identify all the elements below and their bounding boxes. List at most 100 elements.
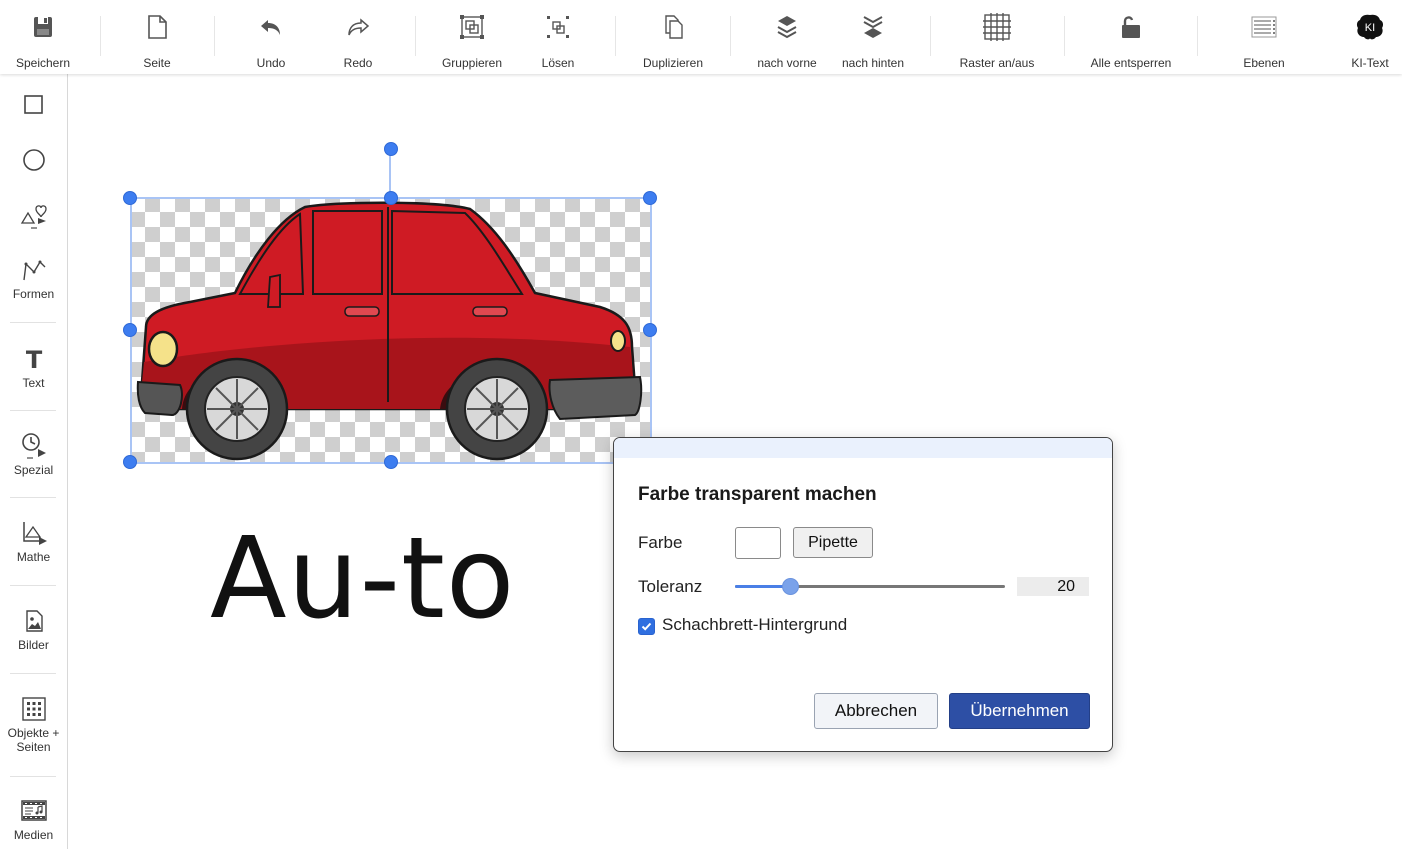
checkerboard-label: Schachbrett-Hintergrund	[662, 615, 848, 634]
sidebar-label-text: Text	[22, 376, 45, 390]
shapes-more-icon	[17, 198, 51, 232]
sidebar-label-formen: Formen	[12, 287, 55, 301]
grid-toggle-label: Raster an/aus	[959, 56, 1035, 70]
redo-label: Redo	[343, 56, 373, 70]
ungroup-button[interactable]: Lösen	[513, 0, 603, 74]
sidebar-divider	[10, 497, 56, 498]
svg-text:T: T	[25, 346, 42, 373]
circle-icon	[17, 143, 51, 177]
floppy-icon	[26, 10, 60, 44]
duplicate-button[interactable]: Duplizieren	[628, 0, 718, 74]
car-image[interactable]	[130, 197, 650, 462]
page-button[interactable]: Seite	[112, 0, 202, 74]
sidebar-item-formen[interactable]: Formen	[0, 253, 67, 301]
sidebar-item-shapes-more[interactable]	[0, 198, 67, 232]
sidebar-divider	[10, 776, 56, 777]
sidebar-item-spezial[interactable]: Spezial	[0, 429, 67, 477]
resize-handle-bottom[interactable]	[384, 455, 398, 469]
math-icon	[17, 516, 51, 550]
toolbar-divider	[930, 16, 931, 56]
duplicate-icon	[656, 10, 690, 44]
toolbar-divider	[1064, 16, 1065, 56]
resize-handle-left[interactable]	[123, 323, 137, 337]
resize-handle-bottom-left[interactable]	[123, 455, 137, 469]
sidebar-label-objekte-seiten: Objekte + Seiten	[7, 726, 60, 754]
undo-label: Undo	[256, 56, 286, 70]
resize-handle-top-right[interactable]	[643, 191, 657, 205]
sidebar-label-spezial: Spezial	[13, 463, 54, 477]
group-button[interactable]: Gruppieren	[427, 0, 517, 74]
sidebar-item-text[interactable]: T Text	[0, 342, 67, 390]
sidebar-item-bilder[interactable]: Bilder	[0, 604, 67, 652]
tolerance-label: Toleranz	[638, 577, 703, 596]
undo-icon	[254, 10, 288, 44]
rectangle-icon	[17, 88, 51, 122]
duplicate-label: Duplizieren	[642, 56, 704, 70]
toolbar-divider	[730, 16, 731, 56]
resize-handle-top-left[interactable]	[123, 191, 137, 205]
sidebar-divider	[10, 673, 56, 674]
tolerance-slider-thumb[interactable]	[782, 578, 799, 595]
save-label: Speichern	[15, 56, 71, 70]
group-icon	[455, 10, 489, 44]
text-icon: T	[17, 342, 51, 376]
ai-text-label: KI-Text	[1351, 56, 1389, 70]
unlock-icon	[1114, 10, 1148, 44]
bring-forward-icon	[770, 10, 804, 44]
bring-forward-button[interactable]: nach vorne	[742, 0, 832, 74]
send-backward-label: nach hinten	[841, 56, 905, 70]
toolbar-divider	[214, 16, 215, 56]
sidebar-item-medien[interactable]: Medien	[0, 794, 67, 842]
checkmark-icon	[641, 622, 652, 631]
front-wheel	[185, 357, 289, 461]
group-label: Gruppieren	[441, 56, 503, 70]
pipette-button[interactable]: Pipette	[793, 527, 873, 558]
sidebar-item-circle[interactable]	[0, 143, 67, 177]
resize-handle-top[interactable]	[384, 191, 398, 205]
car-illustration	[136, 201, 643, 461]
save-button[interactable]: Speichern	[0, 0, 88, 74]
objects-grid-icon	[17, 692, 51, 726]
send-backward-button[interactable]: nach hinten	[828, 0, 918, 74]
grid-toggle-button[interactable]: Raster an/aus	[952, 0, 1042, 74]
send-backward-icon	[856, 10, 890, 44]
redo-icon	[341, 10, 375, 44]
layers-list-icon	[1247, 10, 1281, 44]
unlock-all-button[interactable]: Alle entsperren	[1086, 0, 1176, 74]
canvas-text-object[interactable]: Au-to	[210, 514, 515, 644]
svg-text:KI: KI	[1365, 22, 1375, 34]
sidebar-item-rectangle[interactable]	[0, 88, 67, 122]
make-color-transparent-dialog: Farbe transparent machen Farbe Pipette T…	[613, 437, 1113, 752]
left-sidebar: Formen T Text Spezial Mathe Bilder Objek…	[0, 74, 68, 849]
checkerboard-checkbox[interactable]	[638, 618, 655, 635]
sidebar-item-mathe[interactable]: Mathe	[0, 516, 67, 564]
ai-brain-icon: KI	[1353, 10, 1387, 44]
sidebar-divider	[10, 322, 56, 323]
ai-text-button[interactable]: KI KI-Text	[1325, 0, 1402, 74]
unlock-all-label: Alle entsperren	[1090, 56, 1172, 70]
tolerance-slider-fill	[735, 585, 789, 588]
apply-button[interactable]: Übernehmen	[949, 693, 1090, 729]
sidebar-divider	[10, 410, 56, 411]
ungroup-icon	[541, 10, 575, 44]
media-film-icon	[17, 794, 51, 828]
rotation-handle[interactable]	[384, 142, 398, 156]
tolerance-slider[interactable]	[735, 578, 1005, 595]
layers-button[interactable]: Ebenen	[1219, 0, 1309, 74]
resize-handle-right[interactable]	[643, 323, 657, 337]
toolbar-divider	[615, 16, 616, 56]
sidebar-label-bilder: Bilder	[18, 638, 49, 652]
dialog-header	[614, 438, 1112, 458]
undo-button[interactable]: Undo	[226, 0, 316, 74]
grid-icon	[980, 10, 1014, 44]
sidebar-item-objekte-seiten[interactable]: Objekte + Seiten	[0, 692, 67, 754]
image-icon	[17, 604, 51, 638]
cancel-button[interactable]: Abbrechen	[814, 693, 938, 729]
color-picker-swatch[interactable]	[735, 527, 781, 559]
sidebar-label-medien: Medien	[13, 828, 54, 842]
sidebar-label-mathe: Mathe	[16, 550, 51, 564]
tolerance-value[interactable]: 20	[1017, 577, 1089, 596]
bring-forward-label: nach vorne	[757, 56, 817, 70]
sidebar-divider	[10, 585, 56, 586]
redo-button[interactable]: Redo	[313, 0, 403, 74]
